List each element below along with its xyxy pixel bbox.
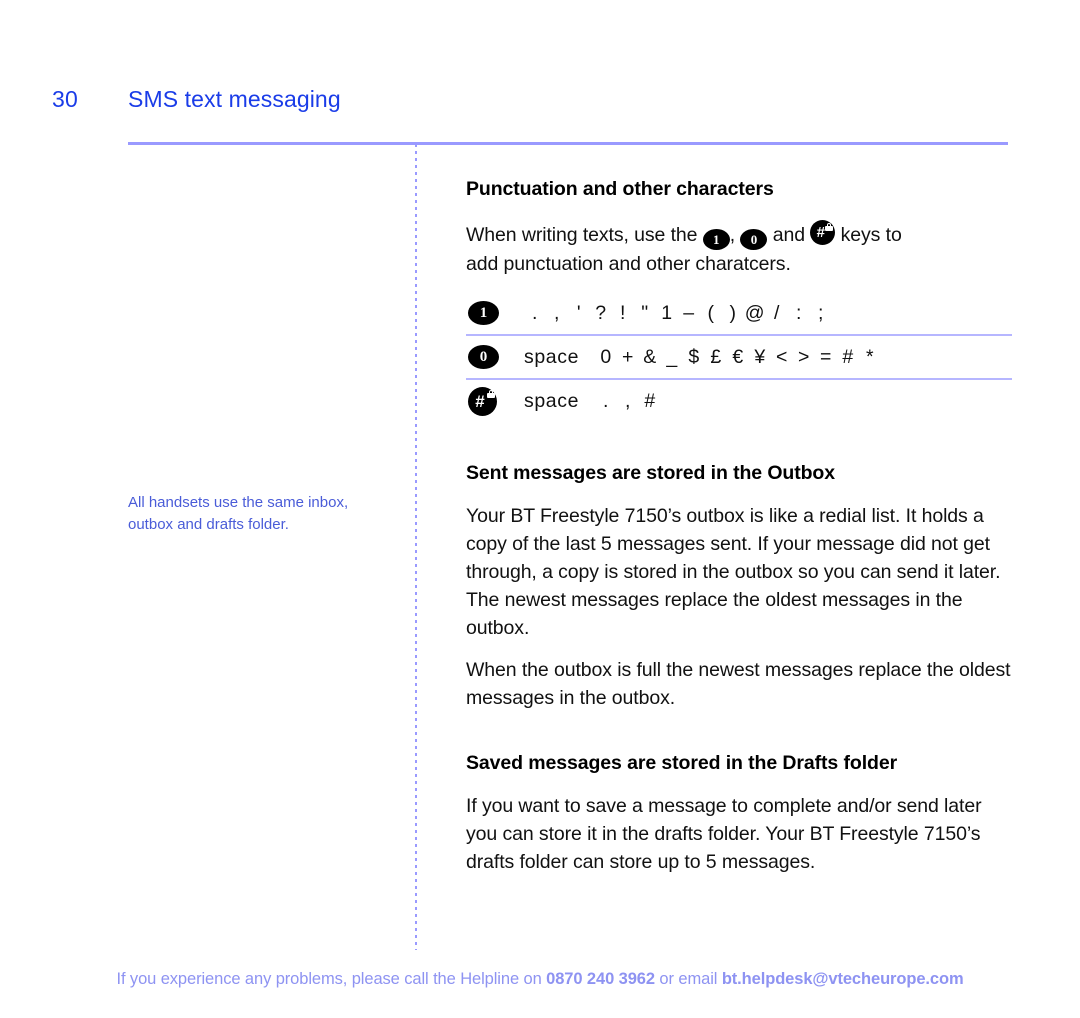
punct-char: space <box>524 345 580 368</box>
lock-icon <box>487 389 495 398</box>
margin-note: All handsets use the same inbox, outbox … <box>128 494 349 533</box>
punct-char: / <box>773 301 781 324</box>
lock-icon <box>825 223 834 231</box>
punct-char: ! <box>619 301 627 324</box>
punct-char: $ <box>688 345 700 368</box>
punct-char: = <box>820 345 833 368</box>
key-hash-lock-icon: # <box>468 386 497 416</box>
intro-text-after: keys to <box>840 224 902 246</box>
key-hash-lock-icon: # <box>810 220 836 245</box>
row-key-cell: 0 <box>466 335 524 379</box>
punct-char: + <box>622 345 635 368</box>
row-key-cell: # <box>466 379 524 422</box>
punctuation-table: 1 ., '?! " 1–() @ /:; 0 space 0 + & _ $ £ € ¥ < > = # * <box>466 292 1012 422</box>
punct-char: , <box>553 301 561 324</box>
outbox-paragraph-1: Your BT Freestyle 7150’s outbox is like … <box>466 505 1001 639</box>
punct-char: : <box>795 301 803 324</box>
row-characters-cell: ., '?! " 1–() @ /:; <box>524 292 1012 335</box>
punct-char: – <box>683 301 695 324</box>
page-footer: If you experience any problems, please c… <box>0 970 1080 989</box>
table-row: # space., # <box>466 379 1012 422</box>
punct-char: space <box>524 389 580 412</box>
punctuation-table-body: 1 ., '?! " 1–() @ /:; 0 space 0 + & _ $ £ € ¥ < > = # * <box>466 292 1012 422</box>
intro-comma: , <box>729 224 736 246</box>
punct-char: > <box>798 345 811 368</box>
punct-char: ; <box>817 301 825 324</box>
punct-char: * <box>865 345 875 368</box>
helpdesk-email[interactable]: bt.helpdesk@vtecheurope.com <box>722 970 964 988</box>
punct-char: ¥ <box>754 345 766 368</box>
punct-char: # <box>842 345 854 368</box>
page-number: 30 <box>52 86 78 112</box>
punct-char: . <box>531 301 539 324</box>
punct-char: 1 <box>661 301 673 324</box>
page-header: 30 SMS text messaging <box>0 86 1080 126</box>
punct-char: " <box>641 301 649 324</box>
manual-page: 30 SMS text messaging All handsets use t… <box>0 0 1080 1018</box>
punct-char: ' <box>576 301 582 324</box>
key-1-icon: 1 <box>468 301 499 325</box>
outbox-paragraph-2: When the outbox is full the newest messa… <box>466 659 1011 709</box>
punct-char: ) <box>729 301 737 324</box>
row-characters-cell: space 0 + & _ $ £ € ¥ < > = # * <box>524 335 1012 379</box>
intro-line-2: add punctuation and other charatcers. <box>466 253 791 275</box>
punct-char: @ <box>744 301 766 324</box>
main-content-column: Punctuation and other characters When wr… <box>466 176 1012 876</box>
table-row: 0 space 0 + & _ $ £ € ¥ < > = # * <box>466 335 1012 379</box>
footer-help-text: If you experience any problems, please c… <box>116 970 547 988</box>
punct-char: # <box>644 389 656 412</box>
helpline-phone-number: 0870 240 3962 <box>546 970 655 988</box>
punct-char: & <box>643 345 657 368</box>
punct-char: £ <box>710 345 722 368</box>
drafts-paragraph-1: If you want to save a message to complet… <box>466 795 982 873</box>
intro-and: and <box>772 224 805 246</box>
punct-char: € <box>732 345 744 368</box>
header-divider-rule <box>128 142 1008 145</box>
footer-or-email-text: or email <box>654 970 722 988</box>
punctuation-intro-paragraph: When writing texts, use the 1, 0 and # k… <box>466 220 1012 278</box>
intro-text-before: When writing texts, use the <box>466 224 698 246</box>
page-title: SMS text messaging <box>128 86 341 112</box>
punct-char: < <box>776 345 789 368</box>
punct-char: _ <box>666 345 678 368</box>
row-key-cell: 1 <box>466 292 524 335</box>
punctuation-heading: Punctuation and other characters <box>466 178 774 200</box>
key-1-icon: 1 <box>702 229 730 250</box>
drafts-heading: Saved messages are stored in the Drafts … <box>466 752 898 774</box>
key-0-icon: 0 <box>740 229 768 250</box>
punct-char: 0 <box>600 345 612 368</box>
punct-char: , <box>625 389 632 412</box>
row-characters-cell: space., # <box>524 379 1012 422</box>
punct-char: ( <box>707 301 715 324</box>
column-divider <box>415 144 417 950</box>
punct-char: . <box>603 389 610 412</box>
punct-char: ? <box>595 301 607 324</box>
outbox-heading: Sent messages are stored in the Outbox <box>466 462 835 484</box>
table-row: 1 ., '?! " 1–() @ /:; <box>466 292 1012 335</box>
key-0-icon: 0 <box>468 345 499 369</box>
